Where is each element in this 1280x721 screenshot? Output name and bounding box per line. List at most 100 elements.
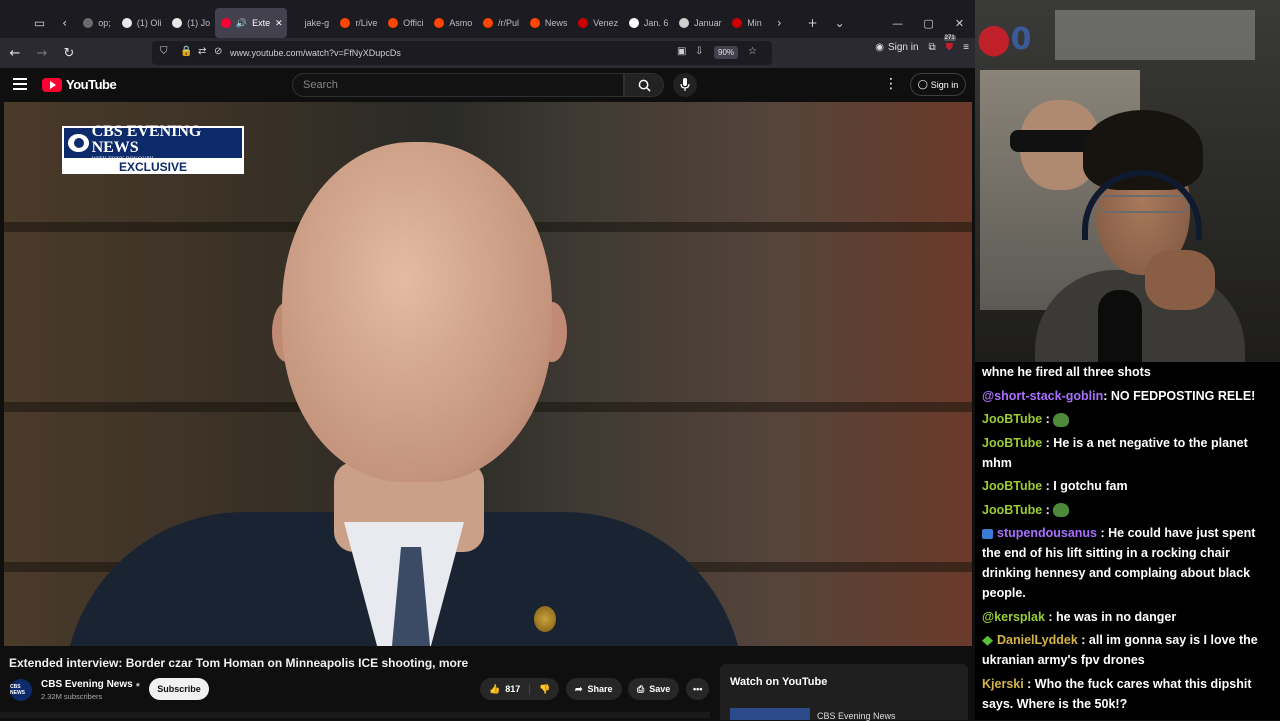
navigation-bar: ← → ↻ ⛉ 🔒 ⇄ ⊘ www.youtube.com/watch?v=Ff… — [0, 35, 975, 68]
dislike-button[interactable]: 👎 — [530, 684, 559, 695]
chat-username[interactable]: JooBTube — [982, 412, 1042, 426]
tab-overview-icon[interactable]: ▭ — [27, 8, 52, 38]
forward-icon[interactable]: → — [30, 41, 54, 65]
tab-favicon-icon — [83, 18, 94, 28]
tab-scroll-left-icon[interactable]: ‹ — [52, 8, 77, 38]
reddit-favicon-icon — [529, 18, 540, 28]
extensions-icon[interactable]: ⧉ — [929, 42, 936, 53]
tab-12[interactable]: Januar — [673, 8, 726, 38]
page-bottom-strip — [0, 712, 710, 718]
like-dislike-group: 👍 817 👎 — [480, 678, 560, 700]
x-favicon-icon — [121, 18, 132, 28]
chat-username[interactable]: JooBTube — [982, 503, 1042, 517]
tab-11[interactable]: Jan. 6 — [623, 8, 673, 38]
speaker-icon[interactable]: 🔊 — [236, 18, 247, 29]
tab-4[interactable]: jake-g — [299, 8, 335, 38]
webcam-background-band — [1055, 10, 1255, 60]
settings-kebab-icon[interactable]: ⋮ — [884, 76, 898, 92]
permissions-icon[interactable]: ⇄ — [198, 46, 206, 57]
url-text[interactable]: www.youtube.com/watch?v=FfNyXDupcDs — [230, 48, 401, 58]
tab-list-icon[interactable]: ⌄ — [827, 8, 852, 38]
chat-username[interactable]: JooBTube — [982, 479, 1042, 493]
browser-window: ▭ ‹ op; (1) Oli (1) Jo 🔊 Exte ✕ jake-g r/L… — [0, 0, 975, 721]
close-window-icon[interactable]: ✕ — [944, 17, 975, 30]
news-favicon-icon — [578, 18, 589, 28]
chat-username[interactable]: DanielLyddek — [997, 633, 1078, 647]
ublock-extension-icon[interactable]: ⛊ 271 — [943, 35, 956, 53]
reddit-favicon-icon — [483, 18, 494, 28]
exclusive-label: EXCLUSIVE — [118, 160, 187, 174]
account-signin[interactable]: ◉ Sign in — [875, 42, 918, 53]
shield-icon[interactable]: ⛉ — [160, 46, 168, 57]
subscribe-button[interactable]: Subscribe — [149, 678, 209, 700]
maximize-icon[interactable]: ▢ — [913, 17, 944, 30]
more-horizontal-icon: ••• — [693, 684, 703, 694]
stream-logo: ⬤0 — [977, 22, 1032, 57]
youtube-signin-button[interactable]: ◯ Sign in — [910, 73, 966, 96]
search-icon — [638, 79, 651, 92]
thumbs-up-icon: 👍 — [489, 683, 501, 694]
tab-active-youtube[interactable]: 🔊 Exte ✕ — [214, 8, 287, 38]
watch-on-youtube-panel[interactable]: Watch on YouTube CBS Evening News — [720, 664, 968, 721]
tab-7[interactable]: Asmo — [428, 8, 477, 38]
tab-10[interactable]: Venez — [572, 8, 623, 38]
related-video-thumbnail[interactable] — [730, 708, 810, 720]
tab-1[interactable]: (1) Oli — [116, 8, 166, 38]
video-player[interactable]: CBS EVENING NEWS WITH TONY DOKOUPIL EXCL… — [4, 102, 972, 646]
extension-badge: 271 — [943, 35, 956, 41]
back-icon[interactable]: ← — [3, 41, 27, 65]
zoom-level[interactable]: 90% — [714, 46, 739, 59]
capitol-favicon-icon — [679, 18, 690, 28]
tab-9[interactable]: News — [524, 8, 572, 38]
share-button[interactable]: ➦ Share — [566, 678, 622, 700]
hamburger-menu-icon[interactable] — [13, 78, 27, 90]
subscriber-badge-icon — [982, 528, 993, 539]
youtube-logo[interactable]: YouTube — [42, 77, 117, 92]
tab-0[interactable]: op; — [77, 8, 116, 38]
tab-6[interactable]: Offici — [382, 8, 428, 38]
lock-icon[interactable]: 🔒 — [180, 46, 192, 57]
microphone-icon — [680, 78, 690, 91]
tab-5[interactable]: r/Live — [334, 8, 382, 38]
chat-message: @short-stack-goblin: NO FEDPOSTING RELE! — [982, 388, 1256, 403]
abc-favicon-icon — [628, 18, 639, 28]
reddit-favicon-icon — [434, 18, 445, 28]
youtube-header: YouTube Search ⋮ ◯ Sign in — [0, 68, 975, 102]
channel-avatar[interactable]: CBS NEWS — [10, 679, 32, 701]
like-button[interactable]: 👍 817 — [480, 683, 531, 695]
chat-message: DanielLyddek : all im gonna say is I lov… — [982, 633, 1258, 667]
tab-13[interactable]: Min — [726, 8, 767, 38]
bookmark-star-icon[interactable]: ☆ — [748, 46, 757, 57]
save-page-icon[interactable]: ⇩ — [695, 46, 703, 57]
chat-message: JooBTube : I gotchu fam — [982, 479, 1128, 493]
channel-name[interactable]: CBS Evening News ● — [41, 679, 140, 690]
url-bar[interactable]: ⛉ 🔒 ⇄ ⊘ www.youtube.com/watch?v=FfNyXDup… — [152, 41, 772, 65]
youtube-play-icon — [42, 77, 62, 92]
chat-username[interactable]: Kjerski — [982, 677, 1024, 691]
more-actions-button[interactable]: ••• — [686, 678, 710, 700]
tab-scroll-right-icon[interactable]: › — [767, 8, 792, 38]
chat-username[interactable]: @short-stack-goblin — [982, 389, 1103, 403]
chat-username[interactable]: @kersplak — [982, 610, 1045, 624]
stream-logo-icon: ⬤ — [977, 22, 1011, 57]
close-tab-icon[interactable]: ✕ — [275, 18, 283, 29]
x-favicon-icon — [172, 18, 183, 28]
camera-blocked-icon[interactable]: ⊘ — [214, 46, 222, 57]
cnn-favicon-icon — [732, 18, 743, 28]
picture-in-picture-icon[interactable]: ▣ — [677, 46, 686, 57]
account-icon: ◉ — [875, 42, 884, 53]
save-button[interactable]: ⎙ Save — [628, 678, 680, 700]
minimize-icon[interactable]: — — [882, 17, 913, 30]
search-input[interactable]: Search — [292, 73, 624, 97]
tab-2[interactable]: (1) Jo — [166, 8, 215, 38]
app-menu-icon[interactable]: ≡ — [963, 42, 969, 53]
chat-username[interactable]: JooBTube — [982, 436, 1042, 450]
new-tab-icon[interactable]: + — [800, 8, 825, 38]
voice-search-button[interactable] — [673, 73, 697, 97]
chat-username[interactable]: stupendousanus — [997, 526, 1097, 540]
search-button[interactable] — [624, 73, 664, 97]
subscriber-badge-icon — [982, 635, 993, 646]
chat-message: whne he fired all three shots — [982, 365, 1151, 379]
tab-8[interactable]: /r/Pul — [477, 8, 524, 38]
reload-icon[interactable]: ↻ — [57, 41, 81, 65]
